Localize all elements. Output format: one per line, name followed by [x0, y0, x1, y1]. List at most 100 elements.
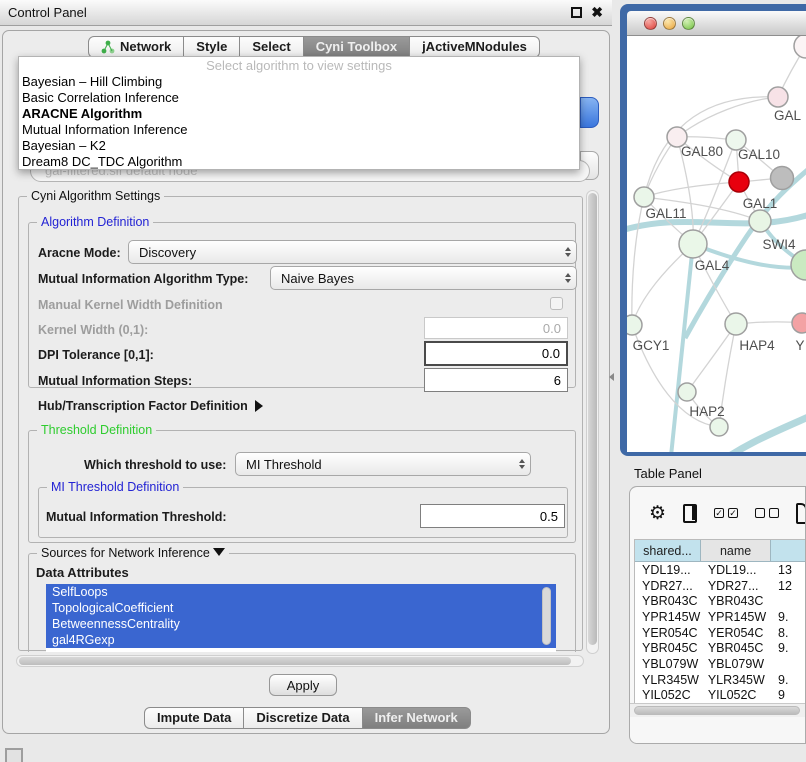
table-row[interactable]: YPR145WYPR145W9.	[635, 609, 806, 625]
deselect-all-checkboxes-icon[interactable]	[755, 508, 779, 518]
splitter-handle[interactable]	[609, 373, 614, 381]
table-row[interactable]: YDL19...YDL19...13	[635, 562, 806, 578]
mi-steps-field[interactable]: 6	[424, 368, 568, 392]
table-row[interactable]: YIL052CYIL052C9	[635, 688, 806, 704]
network-node-swi4[interactable]	[749, 210, 771, 232]
mi-threshold-field[interactable]: 0.5	[420, 504, 565, 528]
hub-definition-toggle[interactable]: Hub/Transcription Factor Definition	[38, 399, 263, 413]
select-all-checkboxes-icon[interactable]: ✓✓	[714, 508, 738, 518]
tab-jactivemnodules[interactable]: jActiveMNodules	[410, 36, 540, 58]
attribute-item[interactable]: BetweennessCentrality	[46, 616, 556, 632]
table-cell: 8.	[771, 625, 806, 641]
mi-steps-label: Mutual Information Steps:	[38, 374, 192, 388]
node-table: shared...name YDL19...YDL19...13YDR27...…	[634, 539, 806, 703]
algorithm-option[interactable]: Bayesian – K2	[19, 138, 579, 154]
algorithm-option[interactable]: Bayesian – Hill Climbing	[19, 74, 579, 90]
float-panel-icon[interactable]	[571, 7, 582, 18]
table-row[interactable]: YDR27...YDR27...12	[635, 578, 806, 594]
table-column-header[interactable]	[771, 540, 806, 562]
dpi-tolerance-field[interactable]: 0.0	[424, 341, 568, 366]
attributes-scrollbar[interactable]	[542, 587, 551, 645]
columns-icon[interactable]	[683, 504, 697, 523]
tab-select[interactable]: Select	[240, 36, 303, 58]
network-node-gal1[interactable]	[729, 172, 749, 192]
focused-combo-button[interactable]	[580, 97, 599, 128]
table-cell: YBR045C	[635, 640, 701, 656]
table-column-header[interactable]: shared...	[635, 540, 701, 562]
algorithm-option[interactable]: ARACNE Algorithm	[19, 106, 579, 122]
table-body: YDL19...YDL19...13YDR27...YDR27...12YBR0…	[635, 562, 806, 703]
apply-button[interactable]: Apply	[269, 674, 337, 696]
table-panel-title: Table Panel	[634, 466, 702, 481]
node-label: GAL1	[743, 196, 778, 211]
sources-title[interactable]: Sources for Network Inference	[37, 546, 229, 560]
network-node-gal4[interactable]	[679, 230, 707, 258]
algorithm-option[interactable]: Mutual Information Inference	[19, 122, 579, 138]
table-row[interactable]: YBR045CYBR045C9.	[635, 640, 806, 656]
algorithm-definition-title: Algorithm Definition	[37, 215, 153, 229]
network-node-hap4[interactable]	[725, 313, 747, 335]
tab-discretize-data[interactable]: Discretize Data	[244, 707, 362, 729]
tab-impute-data[interactable]: Impute Data	[144, 707, 244, 729]
mi-type-value: Naive Bayes	[281, 271, 354, 286]
algorithm-option[interactable]: Basic Correlation Inference	[19, 90, 579, 106]
network-icon	[101, 40, 115, 54]
settings-vscroll-thumb[interactable]	[588, 193, 597, 645]
which-threshold-value: MI Threshold	[246, 457, 322, 472]
tab-infer-network[interactable]: Infer Network	[363, 707, 471, 729]
node-label: GCY1	[633, 338, 670, 353]
combo-arrows-icon	[565, 247, 571, 257]
table-cell: YIL052C	[701, 688, 771, 704]
tab-network[interactable]: Network	[88, 36, 184, 58]
table-row[interactable]: YLR345WYLR345W9.	[635, 672, 806, 688]
app-root: Control Panel ✖ NetworkStyleSelectCyni T…	[0, 0, 806, 762]
minimize-window-button[interactable]	[663, 17, 676, 30]
aracne-mode-combo[interactable]: Discovery	[128, 240, 577, 264]
network-node-hap2[interactable]	[678, 383, 696, 401]
manual-kernel-checkbox[interactable]	[550, 297, 563, 310]
table-row[interactable]: YBR043CYBR043C	[635, 593, 806, 609]
close-panel-icon[interactable]: ✖	[591, 4, 603, 21]
table-hscroll-thumb[interactable]	[634, 706, 800, 715]
table-column-header[interactable]: name	[701, 540, 771, 562]
table-cell: YPR145W	[701, 609, 771, 625]
bottom-tab-bar: Impute DataDiscretize DataInfer Network	[144, 707, 471, 729]
network-node-y[interactable]	[792, 313, 806, 333]
which-threshold-combo[interactable]: MI Threshold	[235, 452, 531, 476]
gear-icon[interactable]: ⚙	[649, 504, 666, 523]
table-cell	[771, 656, 806, 672]
algorithm-dropdown-placeholder: Select algorithm to view settings	[19, 58, 579, 74]
tab-cyni-toolbox[interactable]: Cyni Toolbox	[304, 36, 410, 58]
data-attributes-list[interactable]: SelfLoopsTopologicalCoefficientBetweenne…	[46, 584, 556, 652]
attribute-item[interactable]: TopologicalCoefficient	[46, 600, 556, 616]
minimized-panel-icon[interactable]	[5, 748, 23, 762]
manual-kernel-label: Manual Kernel Width Definition	[38, 298, 223, 312]
settings-hscroll-thumb[interactable]	[19, 657, 571, 665]
kernel-width-field[interactable]: 0.0	[424, 317, 568, 339]
table-row[interactable]: YER054CYER054C8.	[635, 625, 806, 641]
attribute-item[interactable]: gal4RGexp	[46, 632, 556, 648]
table-cell: 12	[771, 578, 806, 594]
network-node-gcy1[interactable]	[627, 315, 642, 335]
network-node-gal[interactable]	[768, 87, 788, 107]
mi-threshold-label: Mutual Information Threshold:	[46, 510, 227, 524]
network-node[interactable]	[771, 167, 794, 190]
dpi-tolerance-label: DPI Tolerance [0,1]:	[38, 348, 154, 362]
algorithm-option[interactable]: Dream8 DC_TDC Algorithm	[19, 154, 579, 170]
network-node[interactable]	[794, 36, 806, 58]
settings-vertical-scrollbar[interactable]	[586, 190, 599, 654]
network-node[interactable]	[710, 418, 728, 436]
settings-horizontal-scrollbar[interactable]	[16, 655, 584, 667]
tab-style[interactable]: Style	[184, 36, 240, 58]
table-toolbar: ⚙ ✓✓	[630, 487, 806, 539]
table-cell: 9	[771, 688, 806, 704]
network-node-gal11[interactable]	[634, 187, 654, 207]
zoom-window-button[interactable]	[682, 17, 695, 30]
close-window-button[interactable]	[644, 17, 657, 30]
attribute-item[interactable]: SelfLoops	[46, 584, 556, 600]
network-canvas[interactable]: GALGAL80GAL10GAL1SWI4GAL11GAL4GCY1HAP4YH…	[627, 36, 806, 452]
table-row[interactable]: YBL079WYBL079W	[635, 656, 806, 672]
table-horizontal-scrollbar[interactable]	[630, 703, 806, 717]
mi-type-combo[interactable]: Naive Bayes	[270, 266, 577, 290]
new-table-icon[interactable]	[796, 503, 806, 524]
